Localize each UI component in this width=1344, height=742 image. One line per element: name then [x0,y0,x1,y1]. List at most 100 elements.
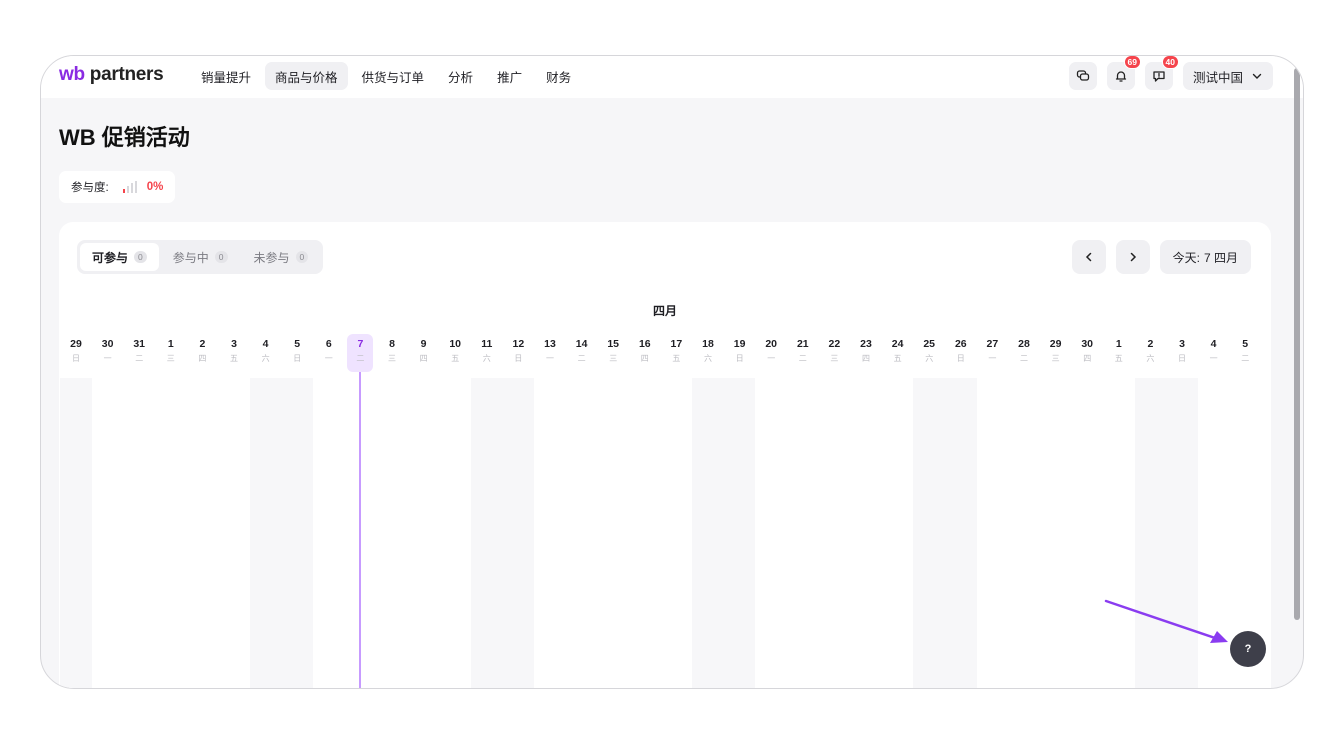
weekday-label: 一 [103,354,112,363]
participation-label: 参与度: [71,182,109,194]
day-cell: 10 五 [442,334,468,372]
signal-bars-icon [122,181,137,193]
nav-item-supplies-orders[interactable]: 供货与订单 [352,62,435,90]
weekday-label: 二 [577,354,586,363]
day-number: 23 [860,338,872,350]
weekday-label: 日 [1178,354,1186,363]
news-badge: 40 [1161,56,1179,69]
promotion-tabs: 可参与 0 参与中 0 未参与 0 [77,240,324,274]
weekend-column [913,378,945,688]
nav-item-products-prices[interactable]: 商品与价格 [265,62,348,90]
app-window: wb partners 销量提升 商品与价格 供货与订单 分析 推广 财务 69… [40,55,1304,689]
day-number: 10 [449,338,462,350]
day-cell: 27 一 [979,334,1005,372]
nav-item-promotion[interactable]: 推广 [487,62,532,90]
day-number: 9 [420,338,427,350]
weekday-label: 六 [925,354,934,363]
day-cell: 14 二 [569,334,595,372]
participation-value: 0% [146,181,164,193]
weekday-label: 三 [1051,354,1060,363]
chat-button[interactable] [1068,62,1097,90]
today-button[interactable]: 今天: 7 四月 [1159,240,1251,274]
day-number: 5 [294,338,301,350]
account-name: 测试中国 [1192,70,1243,85]
weekday-label: 四 [1083,354,1092,363]
day-number: 1 [1115,338,1122,350]
day-cell: 16 四 [632,334,658,372]
month-label: 四月 [652,304,677,318]
day-number: 12 [512,338,525,350]
day-cell-today: 7二 [347,334,374,372]
nav-item-finance[interactable]: 财务 [536,62,581,90]
day-number: 15 [607,338,620,350]
day-cell: 28 二 [1011,334,1037,372]
news-button[interactable]: 40 [1144,56,1179,90]
tab-participating-label: 参与中 [172,250,209,265]
day-cell: 2六 [1137,334,1163,372]
weekend-column [471,378,503,688]
tab-available[interactable]: 可参与 0 [80,243,159,271]
day-cell: 1三 [158,334,184,372]
day-cell: 15 三 [600,334,626,372]
next-button[interactable] [1115,240,1150,274]
day-number: 25 [923,338,936,350]
day-cell: 21 二 [790,334,816,372]
weekday-label: 二 [1020,354,1028,363]
weekday-label: 三 [388,354,396,363]
notifications-button[interactable]: 69 [1106,56,1141,90]
header-actions: 69 40 测试中国 [1068,56,1273,90]
nav-item-analytics[interactable]: 分析 [438,62,483,90]
tab-not-participating[interactable]: 未参与 0 [242,243,321,271]
day-number: 21 [796,338,809,350]
day-number: 1 [167,338,174,350]
weekday-label: 日 [293,354,302,363]
weekend-column [723,378,756,688]
day-number: 27 [986,338,999,350]
day-number: 26 [954,338,967,350]
weekday-label: 一 [324,354,333,363]
weekday-label: 六 [1146,354,1155,363]
day-cell: 1五 [1106,334,1132,372]
weekend-column [249,378,282,688]
day-number: 3 [231,338,237,350]
weekend-column [945,378,977,688]
weekday-label: 二 [356,354,365,363]
weekday-label: 五 [893,354,902,363]
logo-partners: partners [84,64,164,85]
weekday-label: 四 [198,354,207,363]
tab-participating[interactable]: 参与中 0 [161,243,240,271]
tab-available-count: 0 [134,251,147,263]
help-button[interactable]: ? [1230,631,1266,667]
participation-indicator: 参与度: 0% [59,171,176,203]
prev-button[interactable] [1071,240,1106,274]
day-number: 30 [101,338,114,350]
weekday-label: 五 [451,354,460,363]
day-number: 17 [670,338,683,350]
account-switcher[interactable]: 测试中国 [1182,62,1273,90]
calendar-navigation: 今天: 7 四月 [1071,240,1251,274]
tab-available-label: 可参与 [92,250,129,265]
wb-partners-logo[interactable]: wb partners [59,64,164,86]
day-number: 8 [389,338,395,350]
day-number: 29 [1049,338,1062,350]
day-cell: 6一 [316,334,342,372]
day-cell: 13 一 [537,334,563,372]
weekday-label: 一 [546,354,554,363]
nav-item-sales-boost[interactable]: 销量提升 [191,62,261,90]
vertical-scrollbar[interactable] [1294,68,1300,620]
day-cell: 2四 [189,334,215,372]
day-cell: 26 日 [948,334,974,372]
day-cell: 18 六 [695,334,721,372]
day-number: 11 [481,338,493,350]
tab-participating-count: 0 [214,251,228,263]
bell-icon [1115,71,1127,82]
page-title: WB 促销活动 [59,125,190,150]
weekday-label: 四 [862,354,870,363]
day-cell: 17 五 [663,334,689,372]
weekday-label: 三 [830,354,839,363]
day-number: 28 [1018,338,1030,350]
day-cell: 11 六 [474,334,500,372]
weekday-label: 六 [261,354,270,363]
day-cell: 31 二 [126,334,152,372]
day-cell: 9四 [411,334,437,372]
